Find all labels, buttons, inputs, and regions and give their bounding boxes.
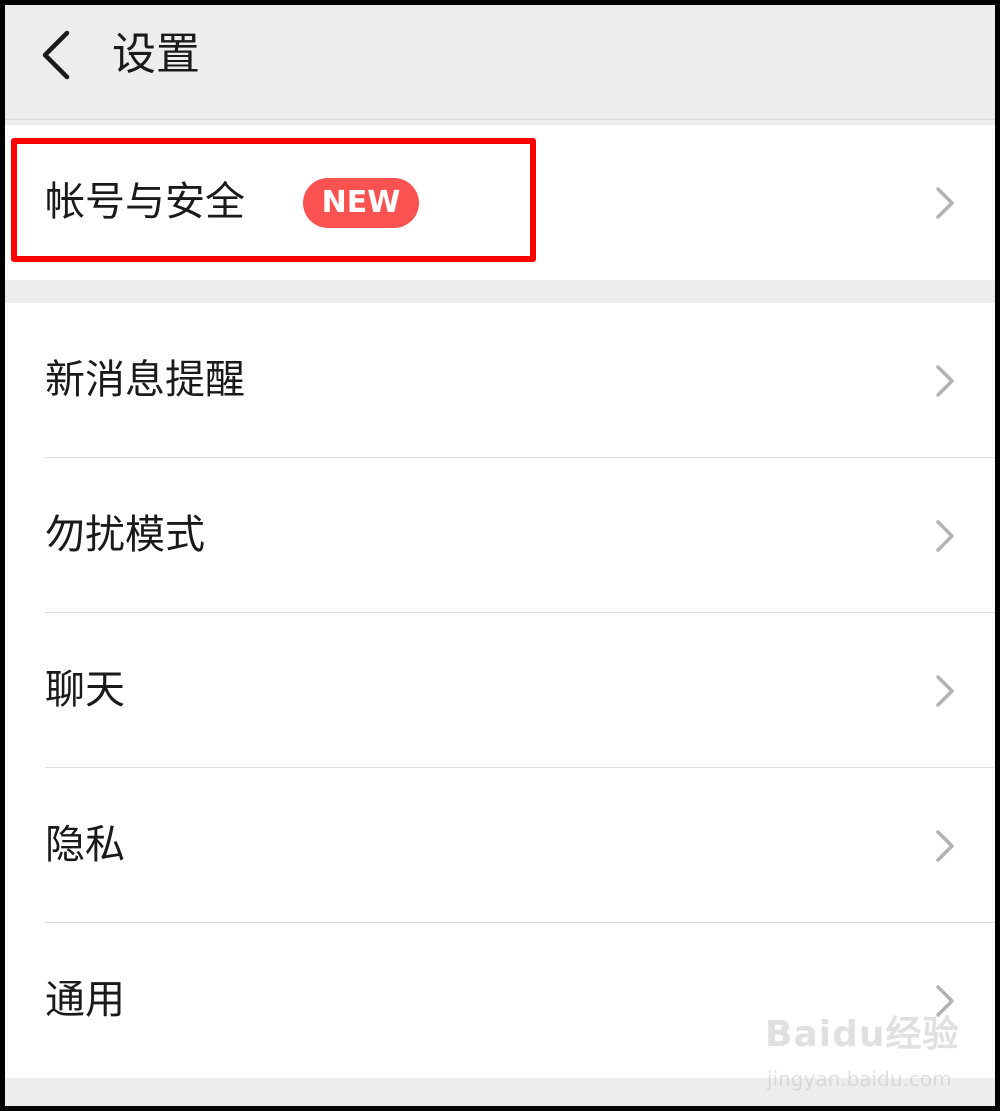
settings-item-label: 通用 xyxy=(45,977,125,1023)
chevron-right-icon xyxy=(936,830,954,862)
chevron-right-icon xyxy=(936,365,954,397)
chevron-right-icon xyxy=(936,187,954,219)
page-title: 设置 xyxy=(112,29,200,80)
settings-item-label: 新消息提醒 xyxy=(45,357,245,403)
settings-item-label: 聊天 xyxy=(45,667,125,713)
settings-item-privacy[interactable]: 隐私 xyxy=(5,768,995,923)
settings-list: 新消息提醒 勿扰模式 聊天 隐私 通用 xyxy=(5,303,995,1078)
settings-item-label: 勿扰模式 xyxy=(45,512,205,558)
settings-item-label: 隐私 xyxy=(45,822,125,868)
baidu-jingyan-watermark: Baidu经验 jingyan.baidu.com xyxy=(765,1005,985,1095)
chevron-right-icon xyxy=(936,675,954,707)
annotation-highlight-box xyxy=(11,138,536,262)
settings-screen: 设置 帐号与安全 NEW 新消息提醒 勿扰模式 聊天 隐私 通用 Baidu经验… xyxy=(5,5,995,1106)
chevron-right-icon xyxy=(936,520,954,552)
settings-item-chat[interactable]: 聊天 xyxy=(5,613,995,768)
watermark-brand: Baidu经验 xyxy=(765,1014,960,1055)
nav-bar: 设置 xyxy=(5,5,995,120)
settings-item-do-not-disturb[interactable]: 勿扰模式 xyxy=(5,458,995,613)
settings-item-notifications[interactable]: 新消息提醒 xyxy=(5,303,995,458)
chevron-left-icon[interactable] xyxy=(37,27,77,83)
watermark-url: jingyan.baidu.com xyxy=(767,1067,952,1091)
